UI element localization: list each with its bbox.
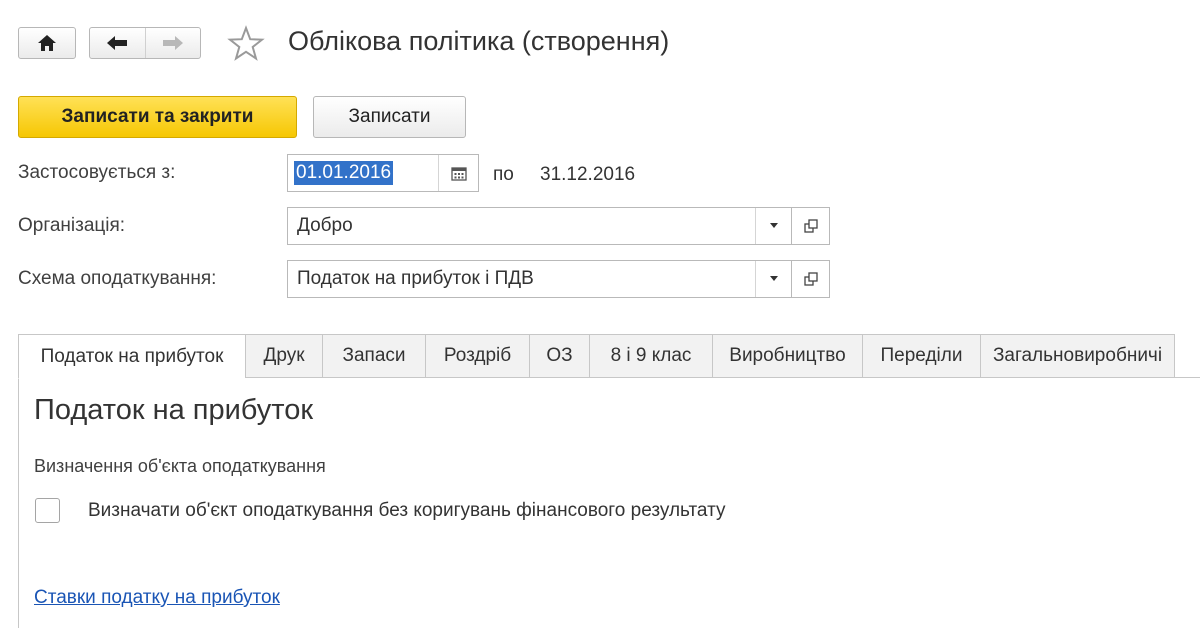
applies-from-label: Застосовується з:: [18, 162, 176, 183]
chevron-down-icon: [769, 223, 778, 228]
tax-scheme-dropdown-button[interactable]: [755, 261, 791, 297]
open-form-icon: [803, 272, 818, 286]
tab-production[interactable]: Виробництво: [712, 334, 862, 378]
tax-object-checkbox-label[interactable]: Визначати об'єкт оподаткування без кориг…: [88, 500, 726, 522]
tab-bar: Податок на прибуток Друк Запаси Роздріб …: [18, 334, 1200, 379]
to-label: по: [493, 164, 514, 185]
tab-stages[interactable]: Переділи: [862, 334, 980, 378]
organization-label: Організація:: [18, 215, 126, 236]
arrow-left-icon: [107, 36, 128, 50]
home-button[interactable]: [18, 27, 76, 59]
tab-class-8-9[interactable]: 8 і 9 клас: [589, 334, 712, 378]
to-date-value: 31.12.2016: [540, 164, 636, 185]
calendar-button[interactable]: [438, 155, 478, 191]
tab-income-tax[interactable]: Податок на прибуток: [18, 334, 245, 379]
applies-from-value[interactable]: 01.01.2016: [294, 161, 394, 185]
calendar-icon: [450, 166, 467, 181]
tab-print[interactable]: Друк: [245, 334, 322, 378]
back-button[interactable]: [90, 28, 145, 58]
save-button[interactable]: Записати: [313, 96, 466, 138]
tax-scheme-value[interactable]: Податок на прибуток і ПДВ: [288, 268, 755, 290]
chevron-down-icon: [769, 276, 778, 281]
organization-value[interactable]: Добро: [288, 215, 755, 237]
tax-scheme-field[interactable]: Податок на прибуток і ПДВ: [287, 260, 792, 298]
organization-dropdown-button[interactable]: [755, 208, 791, 244]
arrow-right-icon: [162, 36, 183, 50]
organization-open-button[interactable]: [791, 207, 830, 245]
history-navigation: [89, 27, 201, 59]
tax-scheme-label: Схема оподаткування:: [18, 268, 217, 289]
forward-button[interactable]: [146, 28, 201, 58]
organization-field[interactable]: Добро: [287, 207, 792, 245]
open-form-icon: [803, 219, 818, 233]
tax-scheme-open-button[interactable]: [791, 260, 830, 298]
applies-from-field[interactable]: 01.01.2016: [287, 154, 479, 192]
group-label: Визначення об'єкта оподаткування: [34, 456, 326, 476]
tab-fixed-assets[interactable]: ОЗ: [529, 334, 589, 378]
tab-overhead[interactable]: Загальновиробничі: [980, 334, 1175, 378]
section-title: Податок на прибуток: [34, 394, 314, 426]
tax-object-checkbox[interactable]: [35, 498, 60, 523]
tab-inventory[interactable]: Запаси: [322, 334, 425, 378]
home-icon: [38, 35, 56, 51]
save-and-close-button[interactable]: Записати та закрити: [18, 96, 297, 138]
income-tax-rates-link[interactable]: Ставки податку на прибуток: [34, 587, 280, 609]
page-title: Облікова політика (створення): [288, 26, 670, 56]
tab-retail[interactable]: Роздріб: [425, 334, 529, 378]
star-icon[interactable]: [226, 24, 266, 64]
